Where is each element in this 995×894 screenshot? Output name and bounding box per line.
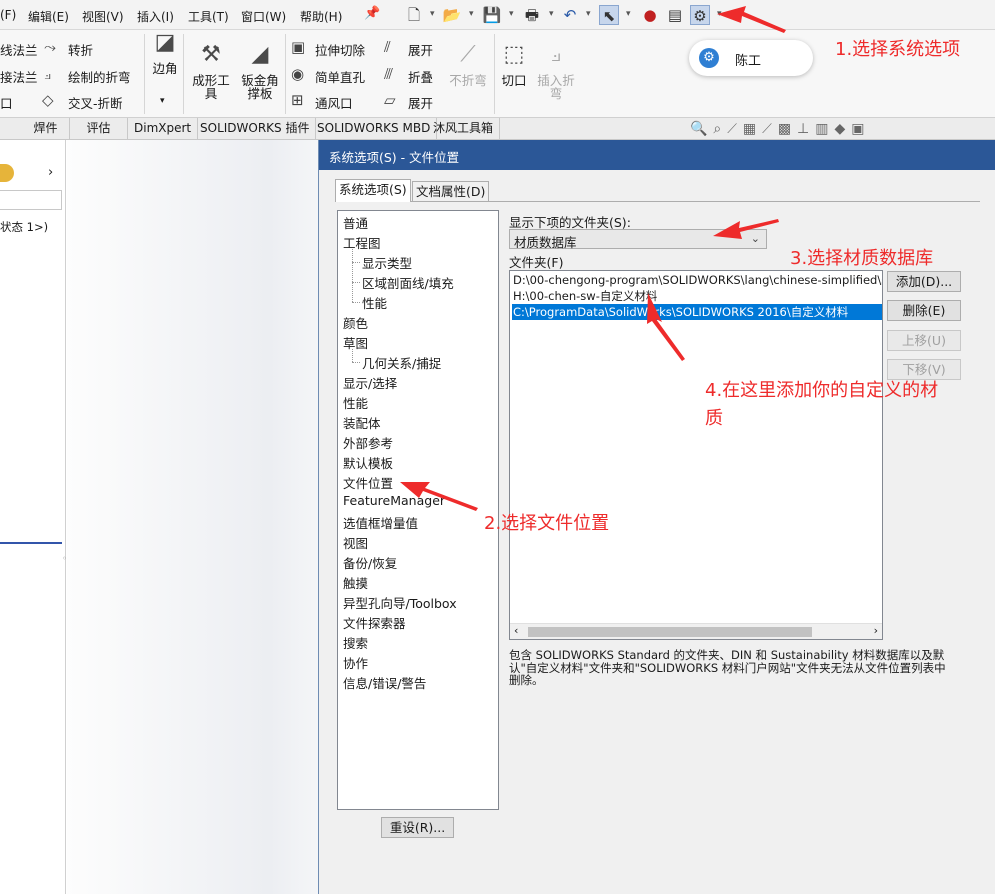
- annotation-step-2: 2.选择文件位置: [484, 513, 610, 534]
- annotation-step-1: 1.选择系统选项: [835, 39, 961, 60]
- arrow-1: [717, 6, 786, 33]
- arrow-3: [713, 219, 779, 239]
- arrow-4: [647, 293, 685, 361]
- annotation-step-4-line1: 4.在这里添加你的自定义的材: [705, 380, 939, 401]
- tab-system-options[interactable]: 系统选项(S): [335, 179, 411, 202]
- annotation-step-3: 3.选择材质数据库: [790, 248, 934, 269]
- annotation-step-4-line2: 质: [705, 408, 723, 429]
- annotation-arrows: [400, 6, 786, 511]
- arrow-2: [400, 482, 478, 511]
